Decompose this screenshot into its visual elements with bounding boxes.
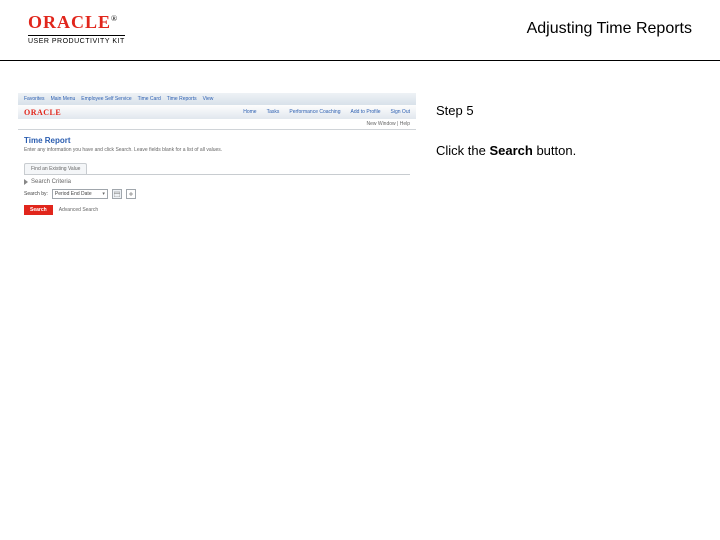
tab-underline bbox=[24, 174, 410, 175]
screenshot-panel: Favorites Main Menu Employee Self Servic… bbox=[18, 93, 416, 221]
step-text-before: Click the bbox=[436, 143, 489, 158]
button-row: Search Advanced Search bbox=[24, 205, 410, 215]
search-criteria-header[interactable]: Search Criteria bbox=[24, 179, 410, 185]
nav-link-profile[interactable]: Add to Profile bbox=[351, 109, 381, 115]
step-text-bold: Search bbox=[489, 143, 532, 158]
page: ORACLE® USER PRODUCTIVITY KIT Adjusting … bbox=[0, 0, 720, 540]
nav-link-signout[interactable]: Sign Out bbox=[391, 109, 410, 115]
step-body: Click the Search button. bbox=[436, 141, 576, 161]
page-title: Adjusting Time Reports bbox=[527, 20, 692, 38]
criteria-row: Search by: Period End Date ▾ bbox=[24, 189, 410, 199]
nav-link-tasks[interactable]: Tasks bbox=[267, 109, 280, 115]
search-by-dropdown[interactable]: Period End Date ▾ bbox=[52, 189, 108, 199]
tab-existing-value[interactable]: Find an Existing Value bbox=[24, 163, 87, 174]
nav-link-performance[interactable]: Performance Coaching bbox=[289, 109, 340, 115]
breadcrumb-item: Time Reports bbox=[167, 96, 197, 102]
advanced-search-link[interactable]: Advanced Search bbox=[59, 207, 98, 213]
chevron-right-icon bbox=[24, 179, 28, 185]
breadcrumb-item: Main Menu bbox=[51, 96, 76, 102]
breadcrumb: Favorites Main Menu Employee Self Servic… bbox=[18, 93, 416, 105]
search-criteria-label: Search Criteria bbox=[31, 179, 71, 185]
add-criteria-icon[interactable] bbox=[126, 189, 136, 199]
calendar-icon[interactable] bbox=[112, 189, 122, 199]
nav-logo: ORACLE bbox=[24, 108, 61, 117]
header: ORACLE® USER PRODUCTIVITY KIT Adjusting … bbox=[0, 0, 720, 61]
navbar: ORACLE Home Tasks Performance Coaching A… bbox=[18, 105, 416, 119]
breadcrumb-item: Favorites bbox=[24, 96, 45, 102]
logo-area: ORACLE® USER PRODUCTIVITY KIT bbox=[28, 12, 125, 45]
breadcrumb-item: View bbox=[203, 96, 214, 102]
nav-link-home[interactable]: Home bbox=[243, 109, 256, 115]
dropdown-value: Period End Date bbox=[55, 191, 92, 197]
search-button[interactable]: Search bbox=[24, 205, 53, 215]
section-desc: Enter any information you have and click… bbox=[24, 147, 410, 153]
subbar: New Window | Help bbox=[18, 119, 416, 130]
breadcrumb-item: Employee Self Service bbox=[81, 96, 131, 102]
step-text-after: button. bbox=[533, 143, 576, 158]
logo-subtitle: USER PRODUCTIVITY KIT bbox=[28, 35, 125, 45]
body-area: Time Report Enter any information you ha… bbox=[18, 130, 416, 221]
nav-links: Home Tasks Performance Coaching Add to P… bbox=[71, 109, 410, 115]
subbar-links[interactable]: New Window | Help bbox=[366, 121, 410, 127]
section-title: Time Report bbox=[24, 136, 410, 145]
step-label: Step 5 bbox=[436, 101, 576, 121]
brand-text: ORACLE bbox=[28, 12, 111, 32]
trademark-icon: ® bbox=[111, 14, 118, 23]
instructions: Step 5 Click the Search button. bbox=[436, 101, 576, 160]
search-by-label: Search by: bbox=[24, 191, 48, 197]
chevron-down-icon: ▾ bbox=[102, 191, 105, 197]
oracle-logo: ORACLE® bbox=[28, 12, 125, 33]
breadcrumb-item: Time Card bbox=[138, 96, 161, 102]
